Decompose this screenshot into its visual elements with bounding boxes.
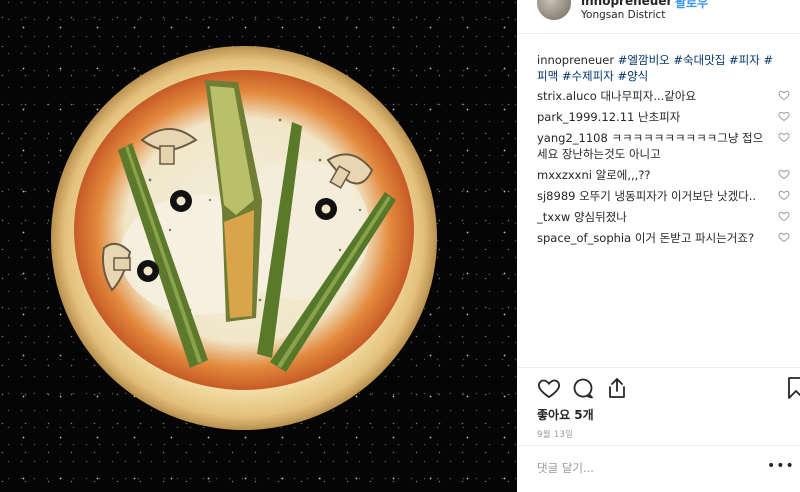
header-username[interactable]: innopreneuer • — [581, 0, 683, 8]
likes-count[interactable]: 좋아요 5개 — [537, 406, 594, 423]
comment-like-heart-icon[interactable] — [778, 231, 790, 243]
avatar[interactable] — [537, 0, 571, 20]
comment-item: _txxw 양심뒤졌나 — [537, 209, 792, 225]
caption-username[interactable]: innopreneuer — [537, 53, 614, 67]
comment-like-heart-icon[interactable] — [778, 210, 790, 222]
comment-username[interactable]: park_1999.12.11 — [537, 110, 634, 124]
comment-text: 난초피자 — [638, 110, 681, 124]
comment-item: park_1999.12.11 난초피자 — [537, 109, 792, 125]
divider — [517, 445, 800, 446]
location-link[interactable]: Yongsan District — [581, 9, 665, 21]
comment-username[interactable]: strix.aluco — [537, 89, 597, 103]
hashtag[interactable]: #피자 — [729, 53, 760, 67]
more-options-button[interactable]: ••• — [767, 458, 795, 474]
comment-item: sj8989 오뚜기 냉동피자가 이거보단 낫겠다.. — [537, 188, 792, 204]
comment-item: mxxzxxni 알로에,,,?? — [537, 167, 792, 183]
hashtag[interactable]: #수제피자 — [562, 69, 614, 83]
header-username-text[interactable]: innopreneuer — [581, 0, 672, 8]
comment-username[interactable]: mxxzxxni — [537, 168, 592, 182]
post-photo[interactable] — [0, 0, 517, 492]
comment-username[interactable]: yang2_1108 — [537, 131, 608, 145]
divider — [517, 367, 800, 368]
comment-username[interactable]: sj8989 — [537, 189, 575, 203]
post-header: innopreneuer • 팔로우 Yongsan District — [517, 0, 800, 34]
comment-bubble-icon[interactable] — [571, 376, 595, 400]
follow-button[interactable]: 팔로우 — [675, 0, 708, 11]
comment-item: strix.aluco 대나무피자...같아요 — [537, 88, 792, 104]
heart-icon[interactable] — [537, 376, 561, 400]
comment-item: space_of_sophia 이거 돈받고 파시는거죠? — [537, 230, 792, 246]
comment-username[interactable]: space_of_sophia — [537, 231, 631, 245]
comment-like-heart-icon[interactable] — [778, 168, 790, 180]
comment-like-heart-icon[interactable] — [778, 89, 790, 101]
comment-text: 대나무피자...같아요 — [600, 89, 697, 103]
hashtag[interactable]: #숙대맛집 — [673, 53, 725, 67]
comment-text: 알로에,,,?? — [595, 168, 651, 182]
comment-text: 이거 돈받고 파시는거죠? — [634, 231, 755, 245]
share-icon[interactable] — [605, 376, 629, 400]
comment-like-heart-icon[interactable] — [778, 110, 790, 122]
comment-username[interactable]: _txxw — [537, 210, 570, 224]
post-date[interactable]: 9월 13일 — [537, 428, 573, 440]
post-sidebar: innopreneuer • 팔로우 Yongsan District inno… — [517, 0, 800, 492]
post-caption: innopreneuer #엘깜비오 #숙대맛집 #피자 #피맥 #수제피자 #… — [537, 52, 792, 84]
hashtag[interactable]: #양식 — [617, 69, 648, 83]
bookmark-icon[interactable] — [785, 376, 800, 400]
comment-like-heart-icon[interactable] — [778, 189, 790, 201]
comment-item: yang2_1108 ㅋㅋㅋㅋㅋㅋㅋㅋㅋㅋ그냥 접으세요 장난하는것도 아니고 — [537, 130, 792, 162]
comment-text: 양심뒤졌나 — [573, 210, 627, 224]
pizza-image — [51, 46, 437, 430]
comment-text: 오뚜기 냉동피자가 이거보단 낫겠다.. — [579, 189, 757, 203]
comments-list: innopreneuer #엘깜비오 #숙대맛집 #피자 #피맥 #수제피자 #… — [537, 52, 792, 251]
hashtag[interactable]: #엘깜비오 — [618, 53, 670, 67]
comment-like-heart-icon[interactable] — [778, 131, 790, 143]
comment-input[interactable]: 댓글 달기... — [537, 460, 594, 476]
